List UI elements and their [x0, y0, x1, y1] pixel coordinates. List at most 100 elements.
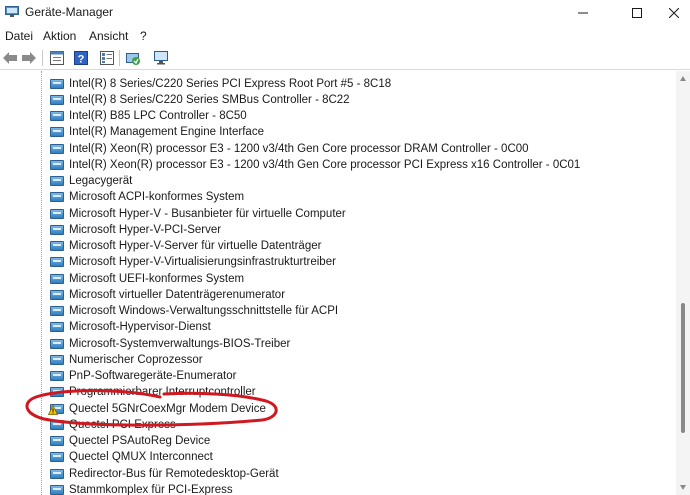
tree-item[interactable]: Microsoft Hyper-V-PCI-Server	[50, 222, 221, 238]
forward-button[interactable]	[20, 49, 38, 67]
tree-item[interactable]: Microsoft Windows-Verwaltungsschnittstel…	[50, 303, 338, 319]
tree-item-label: Microsoft-Systemverwaltungs-BIOS-Treiber	[69, 338, 291, 350]
tree-item-label: Microsoft Hyper-V-Server für virtuelle D…	[69, 240, 322, 252]
toolbar: ?	[0, 46, 690, 70]
tree-item-label: Quectel QMUX Interconnect	[69, 451, 213, 463]
properties-button[interactable]	[48, 49, 66, 67]
tree-item-warning[interactable]: Quectel 5GNrCoexMgr Modem Device	[48, 401, 266, 417]
tree-item-label: Microsoft Hyper-V-PCI-Server	[69, 224, 222, 236]
update-driver-button[interactable]	[124, 49, 142, 67]
toolbar-separator	[42, 50, 43, 66]
tree-item[interactable]: Intel(R) 8 Series/C220 Series SMBus Cont…	[50, 92, 350, 108]
maximize-icon	[632, 8, 642, 18]
maximize-button[interactable]	[614, 0, 660, 26]
tree-item[interactable]: Redirector-Bus für Remotedesktop-Gerät	[50, 466, 279, 482]
view-button[interactable]	[98, 49, 116, 67]
vertical-scrollbar[interactable]	[676, 71, 690, 495]
warning-device-icon	[48, 403, 64, 415]
menu-aktion[interactable]: Aktion	[43, 29, 76, 43]
system-device-icon	[50, 110, 64, 122]
tree-item[interactable]: Quectel PSAutoReg Device	[50, 433, 210, 449]
scan-hardware-button[interactable]	[152, 49, 170, 67]
tree-item[interactable]: Legacygerät	[50, 173, 132, 189]
tree-item-label: Programmierbarer Interruptcontroller	[69, 386, 256, 398]
tree-item[interactable]: Microsoft Hyper-V-Server für virtuelle D…	[50, 238, 321, 254]
tree-item-label: Intel(R) Xeon(R) processor E3 - 1200 v3/…	[69, 159, 581, 171]
tree-item[interactable]: Numerischer Coprozessor	[50, 352, 203, 368]
tree-item[interactable]: Microsoft ACPI-konformes System	[50, 189, 244, 205]
tree-item[interactable]: Programmierbarer Interruptcontroller	[50, 384, 256, 400]
system-device-icon	[50, 370, 64, 382]
tree-item-label: Microsoft UEFI-konformes System	[69, 273, 245, 285]
forward-arrow-icon	[22, 52, 36, 64]
tree-item-label: Microsoft Hyper-V - Busanbieter für virt…	[69, 208, 346, 220]
menu-bar: Datei Aktion Ansicht ?	[0, 27, 690, 45]
system-device-icon	[50, 354, 64, 366]
system-device-icon	[50, 94, 64, 106]
tree-item[interactable]: Intel(R) Xeon(R) processor E3 - 1200 v3/…	[50, 141, 529, 157]
scrollbar-thumb[interactable]	[681, 303, 685, 433]
system-device-icon	[50, 208, 64, 220]
tree-item-label: Quectel PSAutoReg Device	[69, 435, 211, 447]
svg-text:?: ?	[78, 54, 85, 66]
system-device-icon	[50, 126, 64, 138]
tree-item-label: Microsoft virtueller Datenträgerenumerat…	[69, 289, 286, 301]
system-device-icon	[50, 175, 64, 187]
minimize-button[interactable]	[560, 0, 606, 26]
help-button[interactable]: ?	[72, 49, 90, 67]
system-device-icon	[50, 256, 64, 268]
close-button[interactable]	[658, 0, 690, 26]
scroll-up-icon[interactable]	[679, 75, 687, 83]
system-device-icon	[50, 484, 64, 495]
tree-item[interactable]: PnP-Softwaregeräte-Enumerator	[50, 368, 236, 384]
tree-item[interactable]: Microsoft Hyper-V - Busanbieter für virt…	[50, 206, 346, 222]
tree-item-label: Legacygerät	[69, 175, 133, 187]
system-device-icon	[50, 159, 64, 171]
system-device-icon	[50, 386, 64, 398]
tree-item-label: PnP-Softwaregeräte-Enumerator	[69, 370, 237, 382]
system-device-icon	[50, 273, 64, 285]
system-device-icon	[50, 240, 64, 252]
properties-icon	[50, 51, 64, 65]
menu-help[interactable]: ?	[140, 29, 147, 43]
scroll-down-icon[interactable]	[679, 483, 687, 491]
system-device-icon	[50, 305, 64, 317]
system-device-icon	[50, 191, 64, 203]
help-icon: ?	[74, 51, 88, 66]
warning-icon	[48, 405, 58, 415]
system-device-icon	[50, 419, 64, 431]
tree-item-label: Stammkomplex für PCI-Express	[69, 484, 233, 495]
back-button[interactable]	[1, 49, 19, 67]
tree-item[interactable]: Microsoft UEFI-konformes System	[50, 271, 244, 287]
system-device-icon	[50, 468, 64, 480]
close-icon	[669, 8, 679, 18]
tree-item[interactable]: Intel(R) 8 Series/C220 Series PCI Expres…	[50, 76, 391, 92]
tree-item-label: Intel(R) 8 Series/C220 Series PCI Expres…	[69, 78, 392, 90]
menu-ansicht[interactable]: Ansicht	[89, 29, 128, 43]
tree-item-label: Numerischer Coprozessor	[69, 354, 203, 366]
tree-item[interactable]: Microsoft Hyper-V-Virtualisierungsinfras…	[50, 254, 336, 270]
tree-item-label: Intel(R) B85 LPC Controller - 8C50	[69, 110, 247, 122]
tree-item[interactable]: Stammkomplex für PCI-Express	[50, 482, 233, 495]
tree-item-label: Intel(R) Management Engine Interface	[69, 126, 264, 138]
tree-item-label: Microsoft-Hypervisor-Dienst	[69, 321, 211, 333]
tree-item[interactable]: Intel(R) B85 LPC Controller - 8C50	[50, 108, 247, 124]
tree-item-label: Microsoft Hyper-V-Virtualisierungsinfras…	[69, 256, 336, 268]
tree-item[interactable]: Microsoft-Systemverwaltungs-BIOS-Treiber	[50, 336, 290, 352]
tree-item[interactable]: Intel(R) Xeon(R) processor E3 - 1200 v3/…	[50, 157, 580, 173]
tree-item[interactable]: Microsoft-Hypervisor-Dienst	[50, 319, 211, 335]
tree-item[interactable]: Quectel PCI Express	[50, 417, 176, 433]
system-device-icon	[50, 143, 64, 155]
tree-item-label: Intel(R) Xeon(R) processor E3 - 1200 v3/…	[69, 143, 529, 155]
tree-item[interactable]: Intel(R) Management Engine Interface	[50, 124, 264, 140]
tree-connector-line	[41, 71, 42, 495]
title-bar: Geräte-Manager	[0, 0, 690, 26]
back-arrow-icon	[3, 52, 17, 64]
tree-item[interactable]: Microsoft virtueller Datenträgerenumerat…	[50, 287, 285, 303]
system-device-icon	[50, 224, 64, 236]
tree-item-label: Quectel 5GNrCoexMgr Modem Device	[69, 403, 266, 415]
scan-hardware-icon	[154, 51, 168, 65]
menu-datei[interactable]: Datei	[5, 29, 33, 43]
toolbar-separator	[119, 50, 120, 66]
tree-item[interactable]: Quectel QMUX Interconnect	[50, 449, 213, 465]
